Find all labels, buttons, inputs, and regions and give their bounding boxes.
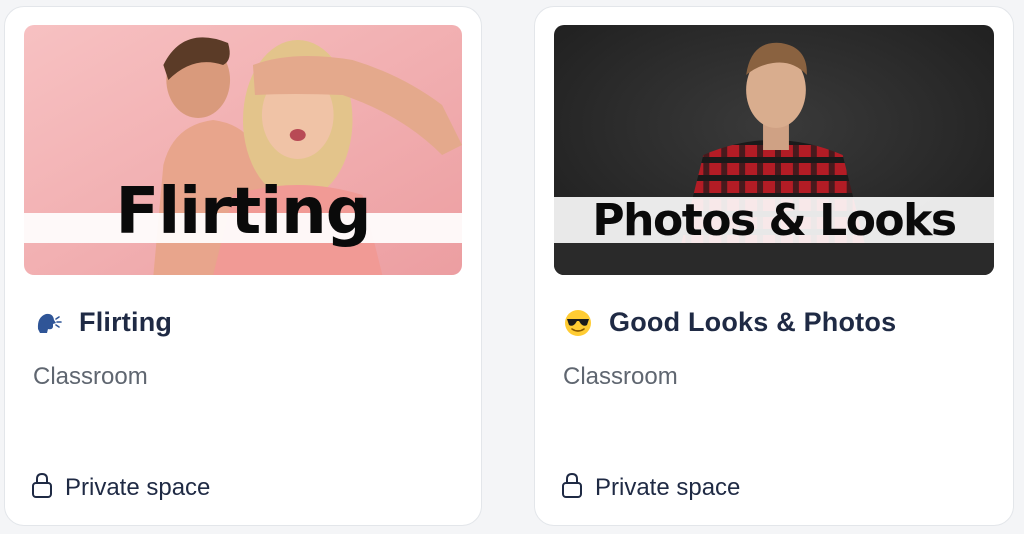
privacy-label: Private space	[595, 473, 741, 501]
card-subtitle: Classroom	[33, 363, 148, 390]
thumbnail-title: Photos & Looks	[592, 195, 957, 246]
lock-icon	[561, 471, 583, 504]
space-thumbnail: Flirting	[24, 25, 462, 275]
space-thumbnail: Photos & Looks	[554, 25, 994, 275]
card-title: Flirting	[79, 307, 173, 337]
speaking-head-emoji-icon	[33, 308, 63, 338]
privacy-status: Private space	[561, 471, 740, 504]
sunglasses-emoji-icon	[563, 308, 593, 338]
privacy-status: Private space	[31, 471, 210, 504]
privacy-label: Private space	[65, 473, 211, 501]
card-subtitle: Classroom	[563, 363, 678, 390]
card-title-row: Good Looks & Photos	[563, 307, 896, 338]
space-card-good-looks-photos[interactable]: Photos & Looks Good Looks & Photos Class…	[534, 6, 1014, 526]
space-card-flirting[interactable]: Flirting Flirting Classroom Private spac…	[4, 6, 482, 526]
thumbnail-title: Flirting	[115, 175, 371, 249]
card-title: Good Looks & Photos	[609, 307, 897, 337]
card-title-row: Flirting	[33, 307, 172, 338]
lock-icon	[31, 471, 53, 504]
spaces-grid: Flirting Flirting Classroom Private spac…	[0, 0, 1024, 534]
